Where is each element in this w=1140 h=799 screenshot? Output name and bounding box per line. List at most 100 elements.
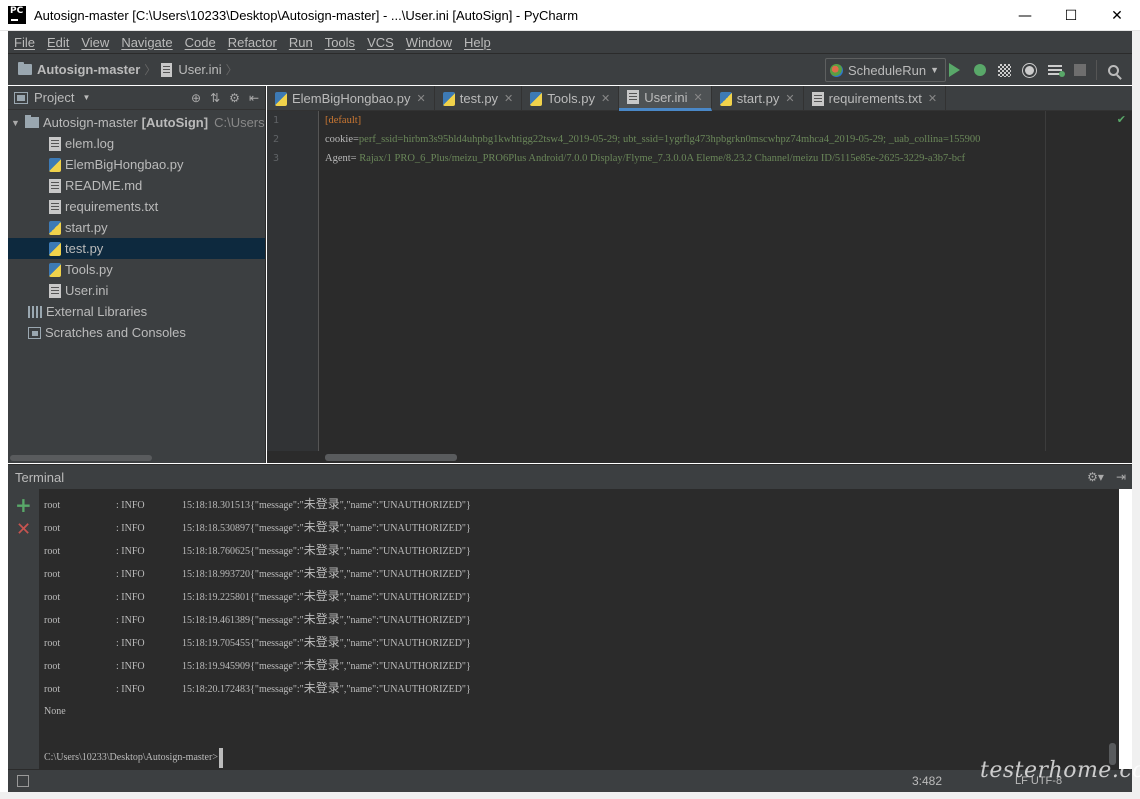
profile-button[interactable] xyxy=(1017,59,1042,81)
run-configuration-label: ScheduleRun xyxy=(848,62,927,78)
log-json-prefix: {"message":" xyxy=(250,592,304,603)
menu-tools[interactable]: Tools xyxy=(319,35,361,50)
menu-code[interactable]: Code xyxy=(179,35,222,50)
editor-horizontal-scrollbar[interactable] xyxy=(325,454,457,461)
terminal-output[interactable]: root: INFO 15:18:18.301513{"message":"未登录… xyxy=(39,489,1119,769)
text-file-icon xyxy=(49,136,61,151)
log-level: : INFO xyxy=(116,661,145,672)
bug-icon xyxy=(973,64,986,76)
terminal-prompt-line[interactable]: C:\Users\10233\Desktop\Autosign-master> xyxy=(44,746,223,769)
menu-file[interactable]: File xyxy=(8,35,41,50)
log-json-suffix: ","name":"UNAUTHORIZED"} xyxy=(339,661,471,672)
tree-item-root[interactable]: ▼ Autosign-master [AutoSign] C:\Users xyxy=(8,112,265,133)
log-time: 15:18:18.760625 xyxy=(182,546,251,557)
close-tab-icon[interactable]: ✕ xyxy=(694,91,703,104)
tab-requirements[interactable]: requirements.txt ✕ xyxy=(804,86,947,111)
minimize-button[interactable]: — xyxy=(1002,0,1048,31)
hide-panel-icon[interactable]: ⇤ xyxy=(249,91,259,105)
locate-file-icon[interactable]: ⊕ xyxy=(191,91,201,105)
close-tab-icon[interactable]: ✕ xyxy=(417,92,426,105)
tab-test[interactable]: test.py ✕ xyxy=(435,86,523,111)
log-time: 15:18:19.461389 xyxy=(182,615,251,626)
tree-item-file[interactable]: start.py xyxy=(8,217,265,238)
run-with-coverage-button[interactable] xyxy=(992,59,1017,81)
gear-icon[interactable]: ⚙ xyxy=(229,91,240,105)
menu-vcs[interactable]: VCS xyxy=(361,35,400,50)
coverage-icon xyxy=(998,63,1011,77)
maximize-button[interactable]: ☐ xyxy=(1048,0,1094,31)
tree-item-file[interactable]: README.md xyxy=(8,175,265,196)
close-tab-icon[interactable]: ✕ xyxy=(601,92,610,105)
line-number: 1 xyxy=(273,115,280,126)
log-level: : INFO xyxy=(116,615,145,626)
menu-refactor[interactable]: Refactor xyxy=(222,35,283,50)
stop-button[interactable] xyxy=(1067,59,1092,81)
menu-navigate[interactable]: Navigate xyxy=(115,35,178,50)
menu-help[interactable]: Help xyxy=(458,35,497,50)
log-json-prefix: {"message":" xyxy=(250,546,304,557)
tree-item-label: requirements.txt xyxy=(65,199,159,214)
breadcrumb-project[interactable]: Autosign-master xyxy=(37,62,140,77)
tree-item-file[interactable]: elem.log xyxy=(8,133,265,154)
tab-start[interactable]: start.py ✕ xyxy=(712,86,804,111)
close-tab-icon[interactable]: ✕ xyxy=(504,92,513,105)
menu-view[interactable]: View xyxy=(75,35,115,50)
code-content[interactable]: [default] cookie=perf_ssid=hirbm3s95bld4… xyxy=(325,111,1132,168)
terminal-none-line: None xyxy=(44,706,66,717)
log-source: root xyxy=(44,661,61,672)
run-configuration-dropdown[interactable]: ScheduleRun ▼ xyxy=(825,58,946,82)
toggle-tool-windows-icon[interactable] xyxy=(17,775,29,787)
tab-user-ini-active[interactable]: User.ini ✕ xyxy=(619,86,712,111)
hide-panel-icon[interactable]: ⇥ xyxy=(1116,470,1126,484)
terminal-vertical-scrollbar[interactable] xyxy=(1106,489,1119,769)
tree-item-label: External Libraries xyxy=(46,304,148,319)
python-file-icon xyxy=(442,91,455,106)
log-json-prefix: {"message":" xyxy=(250,523,304,534)
inspection-ok-icon[interactable]: ✔ xyxy=(1117,113,1126,126)
code-editor[interactable]: 1 2 3 [default] cookie=perf_ssid=hirbm3s… xyxy=(267,111,1132,463)
menu-window[interactable]: Window xyxy=(400,35,458,50)
terminal-log-line: root: INFO 15:18:20.172483{"message":"未登录… xyxy=(44,677,471,700)
close-tab-icon[interactable]: ✕ xyxy=(928,92,937,105)
new-session-icon[interactable]: + xyxy=(15,495,32,515)
gear-icon[interactable]: ⚙▾ xyxy=(1087,470,1104,484)
log-source: root xyxy=(44,523,61,534)
tree-item-file-selected[interactable]: test.py xyxy=(8,238,265,259)
close-tab-icon[interactable]: ✕ xyxy=(785,92,794,105)
tab-elembighongbao[interactable]: ElemBigHongbao.py ✕ xyxy=(267,86,435,111)
collapse-all-icon[interactable]: ⇅ xyxy=(210,91,220,105)
project-view-selector[interactable]: Project xyxy=(34,90,74,105)
chevron-down-icon[interactable]: ▼ xyxy=(82,93,90,102)
tree-item-file[interactable]: requirements.txt xyxy=(8,196,265,217)
tree-item-file[interactable]: ElemBigHongbao.py xyxy=(8,154,265,175)
run-toolbar xyxy=(942,59,1126,81)
menu-edit[interactable]: Edit xyxy=(41,35,75,50)
ini-file-icon xyxy=(627,90,640,104)
close-button[interactable]: ✕ xyxy=(1094,0,1140,31)
project-horizontal-scrollbar[interactable] xyxy=(10,455,152,461)
tab-tools[interactable]: Tools.py ✕ xyxy=(522,86,620,111)
log-json-suffix: ","name":"UNAUTHORIZED"} xyxy=(339,615,471,626)
log-source: root xyxy=(44,638,61,649)
tree-item-scratches[interactable]: Scratches and Consoles xyxy=(8,322,265,343)
ini-key: Agent= xyxy=(325,153,357,164)
tree-item-external-libraries[interactable]: External Libraries xyxy=(8,301,265,322)
terminal-log-line: root: INFO 15:18:19.705455{"message":"未登录… xyxy=(44,631,471,654)
log-json-suffix: ","name":"UNAUTHORIZED"} xyxy=(339,546,471,557)
tree-item-file[interactable]: User.ini xyxy=(8,280,265,301)
concurrency-diagram-button[interactable] xyxy=(1042,59,1067,81)
expand-arrow-icon[interactable]: ▼ xyxy=(11,118,25,128)
caret-position[interactable]: 3:482 xyxy=(912,774,942,788)
line-number-gutter: 1 2 3 xyxy=(267,111,319,451)
close-session-icon[interactable]: ✕ xyxy=(16,520,31,540)
python-file-icon xyxy=(275,91,287,106)
tab-label: User.ini xyxy=(644,89,688,105)
log-json-suffix: ","name":"UNAUTHORIZED"} xyxy=(339,569,471,580)
menu-run[interactable]: Run xyxy=(283,35,319,50)
run-button[interactable] xyxy=(942,59,967,81)
terminal-log-line: root: INFO 15:18:18.760625{"message":"未登录… xyxy=(44,539,471,562)
tree-item-file[interactable]: Tools.py xyxy=(8,259,265,280)
breadcrumb-file[interactable]: User.ini xyxy=(178,62,221,77)
debug-button[interactable] xyxy=(967,59,992,81)
search-everywhere-button[interactable] xyxy=(1101,59,1126,81)
